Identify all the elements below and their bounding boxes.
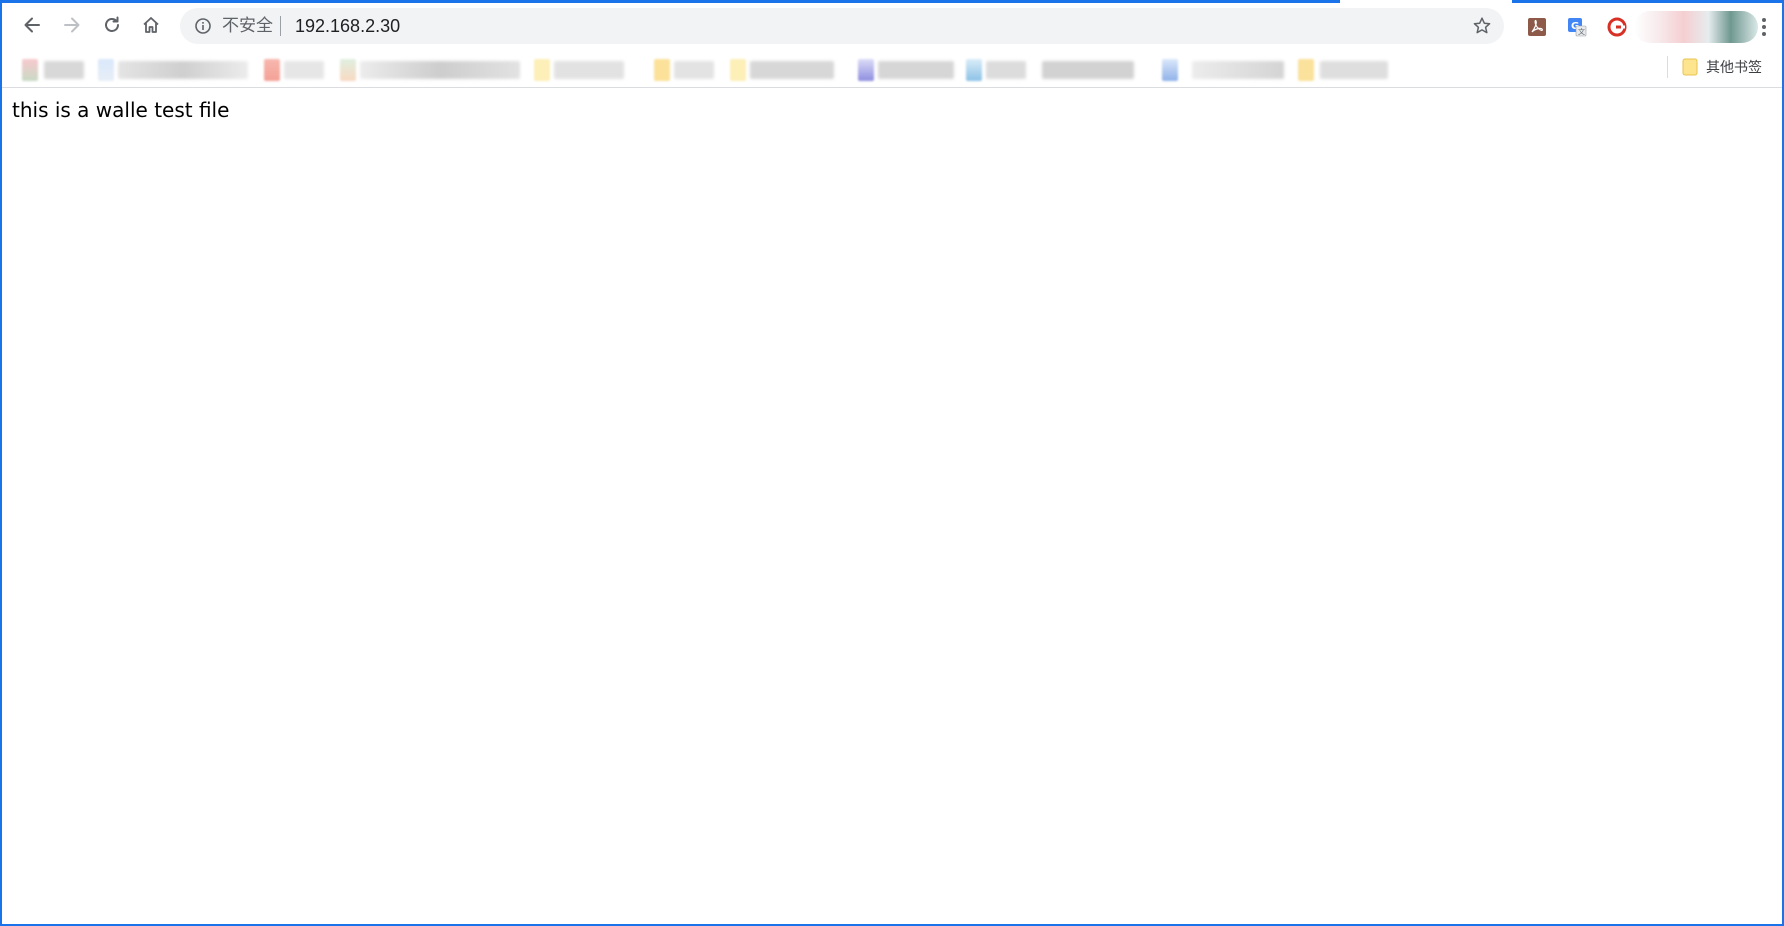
back-button[interactable] xyxy=(16,9,48,41)
bookmark-favicon[interactable] xyxy=(98,59,114,81)
bookmark-favicon[interactable] xyxy=(534,59,550,81)
bookmark-favicon[interactable] xyxy=(1162,59,1178,81)
info-icon[interactable] xyxy=(194,17,212,35)
grammar-extension-icon[interactable] xyxy=(1606,16,1628,38)
svg-text:文: 文 xyxy=(1578,27,1585,36)
bookmark-item[interactable] xyxy=(554,61,624,79)
home-icon xyxy=(143,17,159,33)
url-separator xyxy=(280,16,281,36)
other-bookmarks-label: 其他书签 xyxy=(1706,60,1762,76)
bookmark-item[interactable] xyxy=(674,61,714,79)
bookmark-item[interactable] xyxy=(1320,61,1388,79)
security-label[interactable]: 不安全 xyxy=(222,15,273,37)
bookmark-item[interactable] xyxy=(750,61,834,79)
bookmark-favicon[interactable] xyxy=(264,59,280,81)
bookmark-item[interactable] xyxy=(118,61,248,79)
bookmark-favicon[interactable] xyxy=(22,59,38,81)
bookmark-favicon[interactable] xyxy=(340,59,356,81)
home-button[interactable] xyxy=(135,9,167,41)
bookmark-item[interactable] xyxy=(878,61,954,79)
bookmark-favicon[interactable] xyxy=(1298,59,1314,81)
forward-arrow-icon xyxy=(64,17,80,33)
pdf-extension-icon[interactable] xyxy=(1526,16,1548,38)
bookmark-item[interactable] xyxy=(1042,61,1134,79)
bookmark-favicon[interactable] xyxy=(966,59,982,81)
bookmark-item[interactable] xyxy=(360,61,520,79)
bookmark-favicon[interactable] xyxy=(654,59,670,81)
other-bookmarks-button[interactable]: 其他书签 xyxy=(1667,56,1762,78)
bookmark-favicon[interactable] xyxy=(730,59,746,81)
page-content: this is a walle test file xyxy=(12,98,229,122)
bookmark-item[interactable] xyxy=(1192,61,1284,79)
back-arrow-icon xyxy=(24,17,40,33)
menu-dots-icon[interactable] xyxy=(1754,15,1774,39)
browser-window: 不安全 192.168.2.30 G 文 其他书签 this is a wall… xyxy=(0,0,1784,926)
translate-extension-icon[interactable]: G 文 xyxy=(1566,16,1588,38)
address-bar[interactable]: 不安全 192.168.2.30 xyxy=(180,8,1504,44)
browser-toolbar: 不安全 192.168.2.30 G 文 xyxy=(2,3,1782,47)
folder-icon xyxy=(1682,58,1698,76)
bookmark-star-icon[interactable] xyxy=(1472,16,1492,36)
bookmarks-bar: 其他书签 xyxy=(2,47,1782,88)
url-text[interactable]: 192.168.2.30 xyxy=(295,15,400,37)
bookmark-item[interactable] xyxy=(284,61,324,79)
page-body-text: this is a walle test file xyxy=(12,98,230,122)
bookmark-item[interactable] xyxy=(44,61,84,79)
forward-button[interactable] xyxy=(56,9,88,41)
bookmark-item[interactable] xyxy=(986,61,1026,79)
bookmark-favicon[interactable] xyxy=(858,59,874,81)
profile-avatar[interactable] xyxy=(1634,11,1758,43)
reload-button[interactable] xyxy=(96,9,128,41)
reload-icon xyxy=(105,16,119,32)
